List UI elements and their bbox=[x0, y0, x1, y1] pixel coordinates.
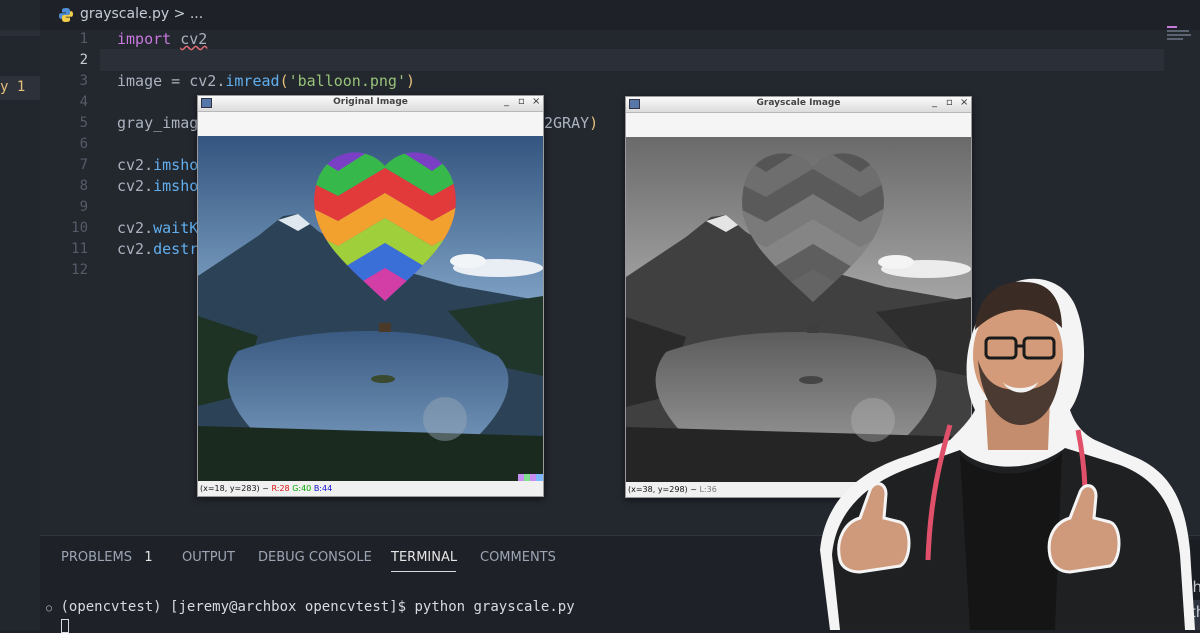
code-module: cv2 bbox=[180, 30, 208, 48]
code-line-10: cv2.waitK bbox=[117, 218, 198, 238]
maximize-icon[interactable]: ▫ bbox=[946, 97, 953, 108]
code-function: destr bbox=[153, 240, 199, 258]
code-line-5b: 2GRAY) bbox=[544, 113, 598, 133]
line-number: 10 bbox=[71, 220, 88, 236]
code-text: cv2. bbox=[117, 219, 154, 237]
line-number: 11 bbox=[71, 241, 88, 257]
problems-count-badge: 1 bbox=[144, 550, 153, 565]
code-keyword: import bbox=[117, 30, 172, 48]
code-paren: ( bbox=[279, 72, 289, 90]
tab-terminal[interactable]: TERMINAL bbox=[391, 550, 457, 565]
status-coords: (x=18, y=283) ~ bbox=[200, 484, 272, 493]
window-title: Grayscale Image bbox=[756, 98, 841, 108]
line-number: 9 bbox=[79, 199, 88, 215]
code-text: image = cv2. bbox=[117, 72, 226, 90]
line-number: 4 bbox=[79, 94, 88, 110]
code-line-3: image = cv2.imread('balloon.png') bbox=[117, 71, 415, 91]
close-icon[interactable]: × bbox=[960, 97, 968, 108]
line-number: 1 bbox=[79, 31, 88, 47]
code-paren: ) bbox=[589, 114, 599, 132]
status-luminance: L:36 bbox=[699, 485, 717, 494]
status-coords: (x=38, y=298) ~ bbox=[628, 485, 700, 494]
window-title: Original Image bbox=[333, 97, 408, 107]
balloon-color-image[interactable] bbox=[198, 136, 543, 481]
status-blue: B:44 bbox=[313, 484, 333, 493]
circle-icon: ○ bbox=[46, 603, 53, 614]
code-line-7: cv2.imsho bbox=[117, 155, 198, 175]
status-green: G:40 bbox=[292, 484, 312, 493]
current-line-highlight bbox=[100, 49, 1164, 71]
python-icon bbox=[59, 8, 73, 22]
code-function: imread bbox=[225, 72, 280, 90]
code-function: imsho bbox=[153, 156, 199, 174]
terminal-cursor bbox=[61, 619, 69, 633]
code-text: cv2. bbox=[117, 177, 154, 195]
activity-item-label: y 1 bbox=[0, 79, 26, 95]
minimize-icon[interactable]: _ bbox=[504, 96, 509, 107]
code-line-8: cv2.imsho bbox=[117, 176, 198, 196]
line-number: 7 bbox=[79, 157, 88, 173]
original-status-bar: (x=18, y=283) ~ R:28 G:40 B:44 bbox=[200, 484, 332, 493]
tab-problems[interactable]: PROBLEMS 1 bbox=[61, 550, 153, 565]
original-image-window[interactable]: Original Image _ ▫ × (x=18, y=283) ~ R:2… bbox=[197, 95, 544, 497]
line-number: 12 bbox=[71, 262, 88, 278]
grayscale-status-bar: (x=38, y=298) ~ L:36 bbox=[628, 485, 717, 494]
minimize-icon[interactable]: _ bbox=[932, 97, 937, 108]
minimap[interactable] bbox=[1167, 26, 1193, 40]
presenter-photo bbox=[820, 278, 1195, 630]
code-string: 'balloon.png' bbox=[288, 72, 406, 90]
window-toolbar bbox=[198, 112, 543, 137]
tab-comments[interactable]: COMMENTS bbox=[480, 550, 556, 565]
tab-debug-console[interactable]: DEBUG CONSOLE bbox=[258, 550, 372, 565]
code-line-5a: gray_imag bbox=[117, 114, 199, 132]
code-text: cv2. bbox=[117, 240, 154, 258]
maximize-icon[interactable]: ▫ bbox=[518, 96, 525, 107]
line-number: 2 bbox=[79, 52, 88, 68]
code-function: waitK bbox=[153, 219, 199, 237]
window-toolbar bbox=[626, 113, 971, 138]
line-number: 5 bbox=[79, 115, 88, 131]
code-line-1: import cv2 bbox=[117, 29, 207, 49]
tab-output[interactable]: OUTPUT bbox=[182, 550, 235, 565]
code-line-11: cv2.destr bbox=[117, 239, 198, 259]
editor-tab-bar bbox=[40, 0, 1200, 30]
terminal-line[interactable]: ○ (opencvtest) [jeremy@archbox opencvtes… bbox=[46, 599, 575, 615]
line-number: 3 bbox=[79, 73, 88, 89]
code-paren: ) bbox=[406, 72, 416, 90]
window-titlebar[interactable]: Grayscale Image _ ▫ × bbox=[626, 97, 971, 113]
close-icon[interactable]: × bbox=[532, 96, 540, 107]
terminal-command: (opencvtest) [jeremy@archbox opencvtest]… bbox=[60, 599, 575, 615]
window-titlebar[interactable]: Original Image _ ▫ × bbox=[198, 96, 543, 112]
code-function: imsho bbox=[153, 177, 199, 195]
code-text: cv2. bbox=[117, 156, 154, 174]
tab-problems-label: PROBLEMS bbox=[61, 550, 132, 565]
tab-grayscale-py[interactable]: grayscale.py > ... bbox=[80, 6, 203, 22]
line-number: 6 bbox=[79, 136, 88, 152]
code-text: 2GRAY bbox=[544, 114, 590, 132]
line-number: 8 bbox=[79, 178, 88, 194]
activity-bar-band bbox=[0, 30, 40, 36]
status-red: R:28 bbox=[271, 484, 290, 493]
active-tab-indicator bbox=[391, 571, 456, 572]
